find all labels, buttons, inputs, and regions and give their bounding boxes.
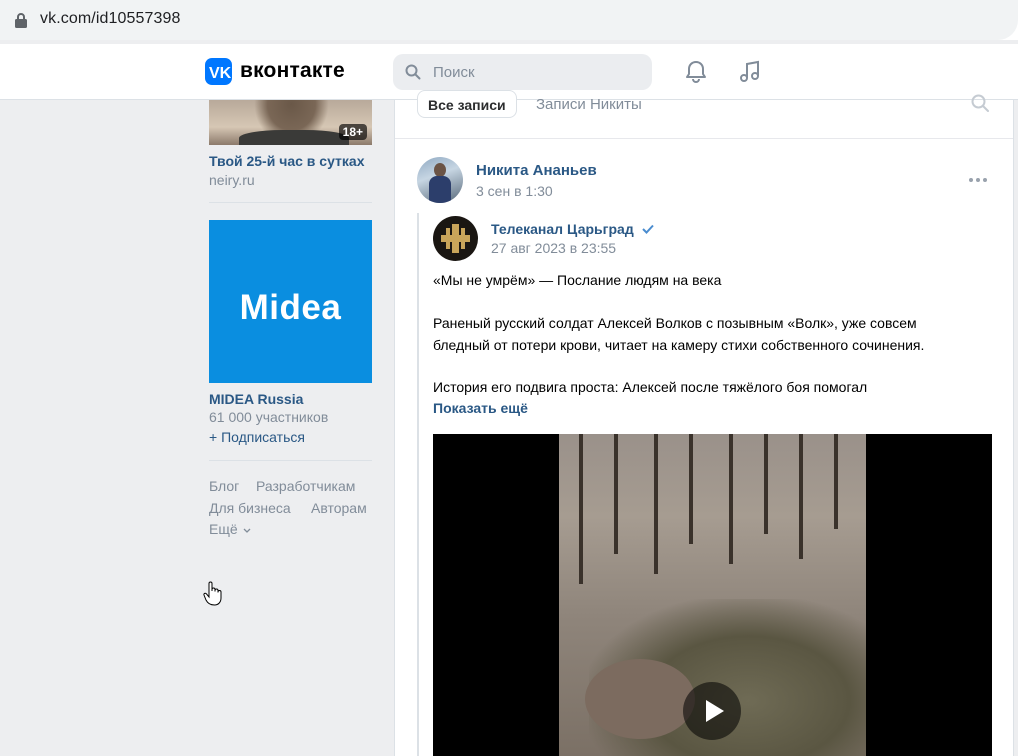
post-text-line: бледный от потери крови, читает на камер… <box>433 337 925 353</box>
hand-cursor-icon <box>203 581 222 606</box>
ad-title[interactable]: Твой 25-й час в сутках <box>209 153 364 169</box>
notifications-bell-icon[interactable] <box>683 59 709 85</box>
post-timestamp[interactable]: 3 сен в 1:30 <box>476 183 553 199</box>
chevron-down-icon <box>243 528 251 534</box>
url-text[interactable]: vk.com/id10557398 <box>40 10 180 28</box>
search-icon[interactable] <box>971 94 989 112</box>
footer-link-business[interactable]: Для бизнеса <box>209 500 291 516</box>
footer-link-developers[interactable]: Разработчикам <box>256 478 355 494</box>
tsargrad-cross-icon <box>441 224 470 253</box>
avatar-body <box>429 176 451 203</box>
post-text-title: «Мы не умрём» — Послание людям на века <box>433 272 722 288</box>
repost-timestamp[interactable]: 27 авг 2023 в 23:55 <box>491 240 616 256</box>
post-author-name[interactable]: Никита Ананьев <box>476 162 597 179</box>
ad-image[interactable]: 18+ <box>209 100 372 145</box>
repost-source-name[interactable]: Телеканал Царьград <box>491 221 654 237</box>
post-text-line: Раненый русский солдат Алексей Волков с … <box>433 315 917 331</box>
more-options-icon[interactable] <box>967 172 989 188</box>
video-scene-face <box>585 659 695 739</box>
repost-source-label: Телеканал Царьград <box>491 221 634 237</box>
footer-link-blog[interactable]: Блог <box>209 478 239 494</box>
svg-text:VK: VK <box>209 65 232 82</box>
music-icon[interactable] <box>737 59 763 85</box>
lock-icon <box>15 13 27 28</box>
wall: Все записи Записи Никиты Никита Ананьев … <box>394 90 1014 756</box>
tab-owner-posts[interactable]: Записи Никиты <box>536 96 642 113</box>
avatar-head <box>434 163 446 177</box>
group-members-count: 61 000 участников <box>209 409 329 425</box>
header-search[interactable] <box>393 54 652 90</box>
ad-domain: neiry.ru <box>209 172 255 188</box>
group-name[interactable]: MIDEA Russia <box>209 391 303 407</box>
age-rating-badge: 18+ <box>338 124 367 140</box>
post-text-line: История его подвига проста: Алексей посл… <box>433 379 868 395</box>
author-avatar[interactable] <box>417 157 463 203</box>
play-icon <box>706 700 724 722</box>
browser-address-bar: vk.com/id10557398 <box>0 0 1018 40</box>
footer-more-button[interactable]: Ещё <box>209 521 251 537</box>
ad-photo-shirt <box>239 130 349 145</box>
group-image[interactable]: Midea <box>209 220 372 383</box>
tab-all-posts[interactable]: Все записи <box>417 90 517 118</box>
search-input[interactable] <box>433 62 633 82</box>
repost-line <box>417 213 419 756</box>
url-field[interactable]: vk.com/id10557398 <box>0 0 1018 40</box>
verified-check-icon <box>641 224 654 234</box>
vk-logo-icon[interactable]: VK <box>205 58 232 85</box>
footer-more-label: Ещё <box>209 521 238 537</box>
divider <box>209 460 372 461</box>
search-icon <box>405 64 421 80</box>
midea-logo: Midea <box>239 288 342 327</box>
subscribe-button[interactable]: + Подписаться <box>209 429 305 445</box>
source-avatar[interactable] <box>433 216 478 261</box>
divider <box>209 202 372 203</box>
wall-tabs: Все записи Записи Никиты <box>395 90 1013 139</box>
show-more-link[interactable]: Показать ещё <box>433 400 528 416</box>
video-player[interactable] <box>433 434 992 756</box>
footer-link-authors[interactable]: Авторам <box>311 500 367 516</box>
play-button[interactable] <box>683 682 741 740</box>
site-logo-text[interactable]: вконтакте <box>240 59 345 83</box>
